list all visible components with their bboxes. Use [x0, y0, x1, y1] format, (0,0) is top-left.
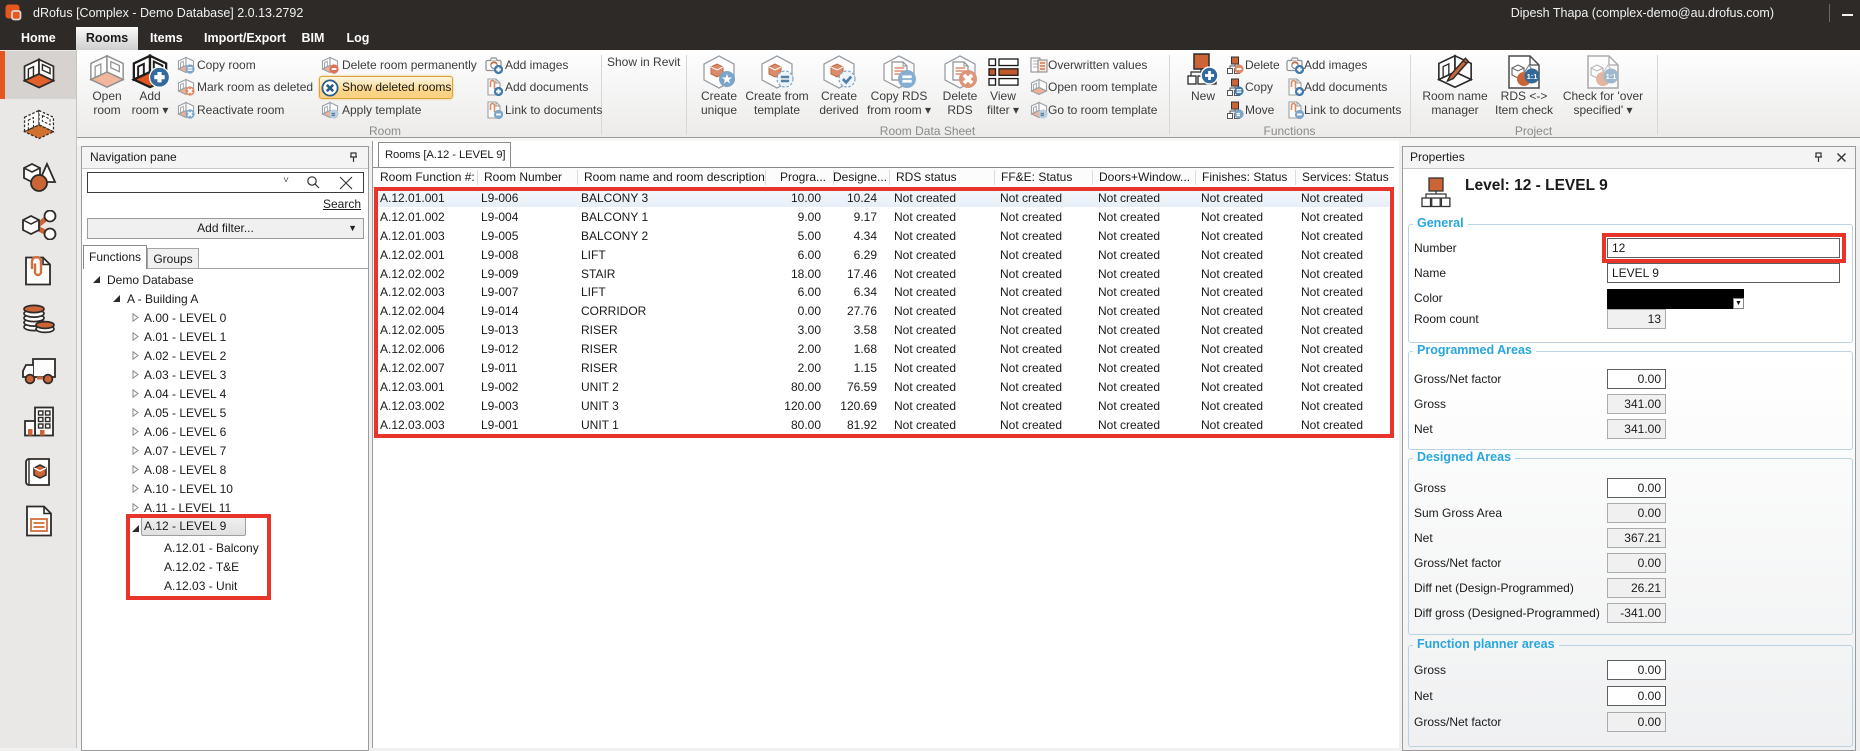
svg-text:1:1: 1:1: [1606, 72, 1617, 81]
svg-text:★: ★: [721, 71, 733, 86]
svg-text:1:1: 1:1: [1527, 72, 1538, 81]
